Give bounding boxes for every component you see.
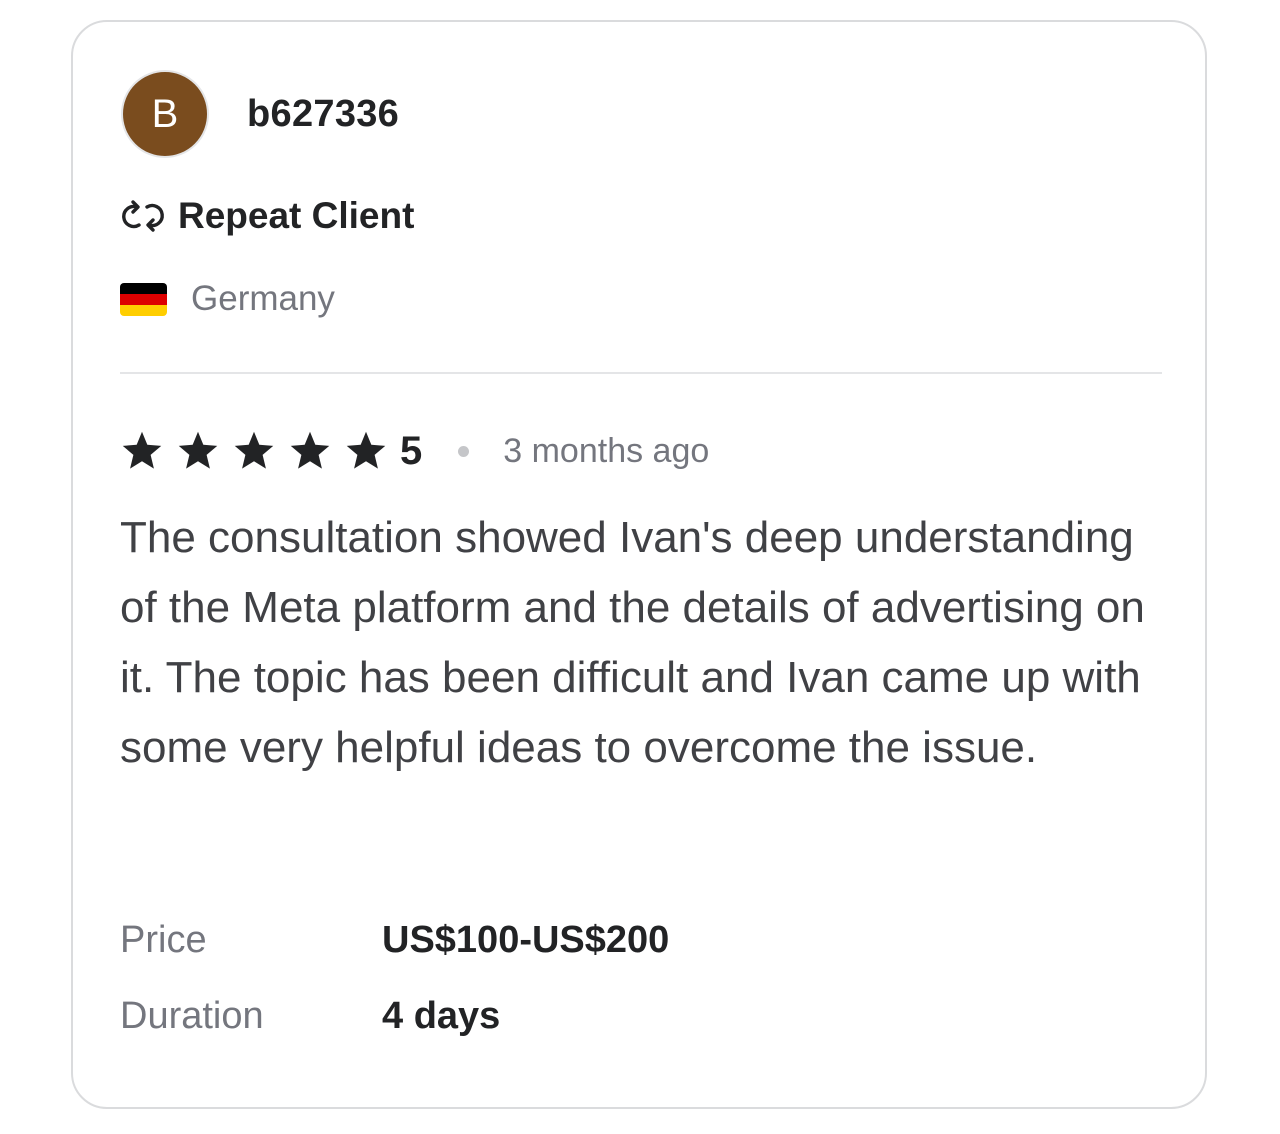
repeat-client-badge: Repeat Client — [120, 194, 414, 238]
avatar[interactable]: B — [121, 70, 209, 158]
germany-flag-icon — [120, 282, 167, 316]
price-label: Price — [120, 918, 207, 961]
separator-dot — [458, 445, 470, 457]
review-time-ago: 3 months ago — [503, 431, 710, 470]
star-icon — [234, 431, 274, 469]
rating-row: 5 3 months ago — [120, 426, 709, 476]
review-card: B b627336 Repeat Client Germany 5 3 mont… — [71, 20, 1207, 1109]
reviewer-header: B b627336 — [121, 70, 399, 158]
duration-row: Duration 4 days — [120, 978, 669, 1054]
order-details: Price US$100-US$200 Duration 4 days — [120, 902, 669, 1054]
duration-value: 4 days — [382, 994, 501, 1037]
star-icon — [290, 431, 330, 469]
divider — [120, 372, 1162, 374]
star-icon — [178, 431, 218, 469]
price-row: Price US$100-US$200 — [120, 902, 669, 978]
rating-value: 5 — [400, 428, 423, 473]
duration-label: Duration — [120, 994, 264, 1037]
star-rating — [120, 429, 400, 473]
review-text: The consultation showed Ivan's deep unde… — [120, 513, 1145, 772]
reviewer-country: Germany — [120, 279, 335, 319]
star-icon — [346, 431, 386, 469]
reviewer-username[interactable]: b627336 — [247, 93, 399, 136]
price-value: US$100-US$200 — [382, 918, 670, 961]
repeat-client-label: Repeat Client — [178, 195, 415, 236]
country-label: Germany — [191, 279, 335, 318]
repeat-icon — [122, 200, 164, 232]
star-icon — [122, 431, 162, 469]
